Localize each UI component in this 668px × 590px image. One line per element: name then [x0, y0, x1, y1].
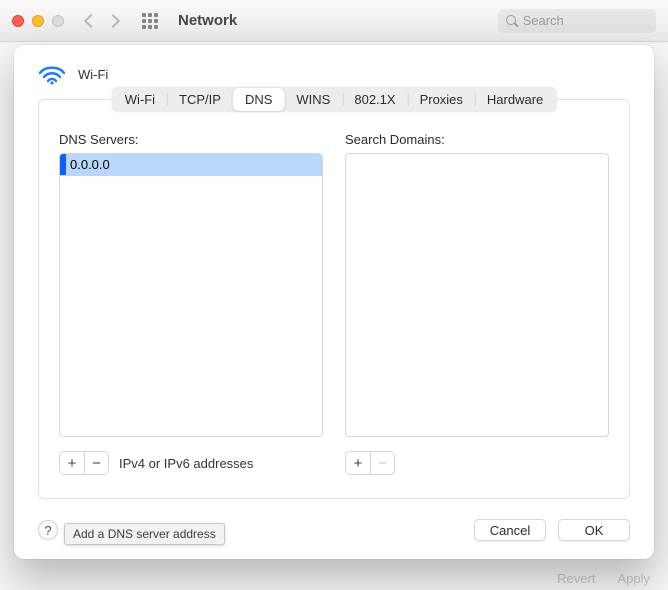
search-domains-column: Search Domains: + − [345, 132, 609, 475]
zoom-window-button [52, 15, 64, 27]
add-dns-button[interactable]: + [60, 452, 84, 474]
tab-wins[interactable]: WINS [284, 88, 342, 111]
dns-server-input[interactable] [66, 154, 322, 175]
ok-button[interactable]: OK [558, 519, 630, 541]
add-domain-button[interactable]: + [346, 452, 370, 474]
add-dns-tooltip: Add a DNS server address [64, 523, 225, 545]
domains-add-remove-group: + − [345, 451, 395, 475]
search-input[interactable] [523, 13, 648, 28]
search-field-wrap[interactable] [498, 9, 656, 33]
dns-hint: IPv4 or IPv6 addresses [119, 456, 253, 471]
titlebar: Network [0, 0, 668, 42]
tab-proxies[interactable]: Proxies [408, 88, 475, 111]
dns-add-remove-group: + − [59, 451, 109, 475]
close-window-button[interactable] [12, 15, 24, 27]
window-title: Network [178, 12, 237, 29]
tab-hardware[interactable]: Hardware [475, 88, 555, 111]
forward-button[interactable] [106, 13, 120, 27]
nav-arrows [86, 16, 118, 26]
remove-dns-button[interactable]: − [84, 452, 108, 474]
back-button[interactable] [84, 13, 98, 27]
help-button[interactable]: ? [38, 520, 58, 540]
dns-server-row-editing[interactable] [60, 154, 322, 176]
tab-wifi[interactable]: Wi-Fi [113, 88, 167, 111]
settings-sheet: Wi-Fi Wi-Fi TCP/IP DNS WINS 802.1X Proxi… [14, 45, 654, 559]
minimize-window-button[interactable] [32, 15, 44, 27]
sheet-title: Wi-Fi [78, 67, 108, 82]
search-domains-label: Search Domains: [345, 132, 609, 147]
tab-tcpip[interactable]: TCP/IP [167, 88, 233, 111]
wifi-icon [38, 63, 66, 85]
cancel-button[interactable]: Cancel [474, 519, 546, 541]
revert-button-bg: Revert [557, 571, 595, 586]
dns-servers-column: DNS Servers: + − IPv4 or IPv6 addresses [59, 132, 323, 475]
tab-8021x[interactable]: 802.1X [342, 88, 407, 111]
background-buttons: Revert Apply [557, 571, 650, 586]
window-controls [12, 15, 64, 27]
search-domains-list[interactable] [345, 153, 609, 437]
tab-bar: Wi-Fi TCP/IP DNS WINS 802.1X Proxies Har… [112, 87, 557, 112]
remove-domain-button: − [370, 452, 394, 474]
tab-dns[interactable]: DNS [233, 88, 284, 111]
apply-button-bg: Apply [617, 571, 650, 586]
content-box: Wi-Fi TCP/IP DNS WINS 802.1X Proxies Har… [38, 99, 630, 499]
search-icon [506, 15, 517, 27]
show-all-button[interactable] [142, 13, 158, 29]
dns-servers-label: DNS Servers: [59, 132, 323, 147]
dns-servers-list[interactable] [59, 153, 323, 437]
